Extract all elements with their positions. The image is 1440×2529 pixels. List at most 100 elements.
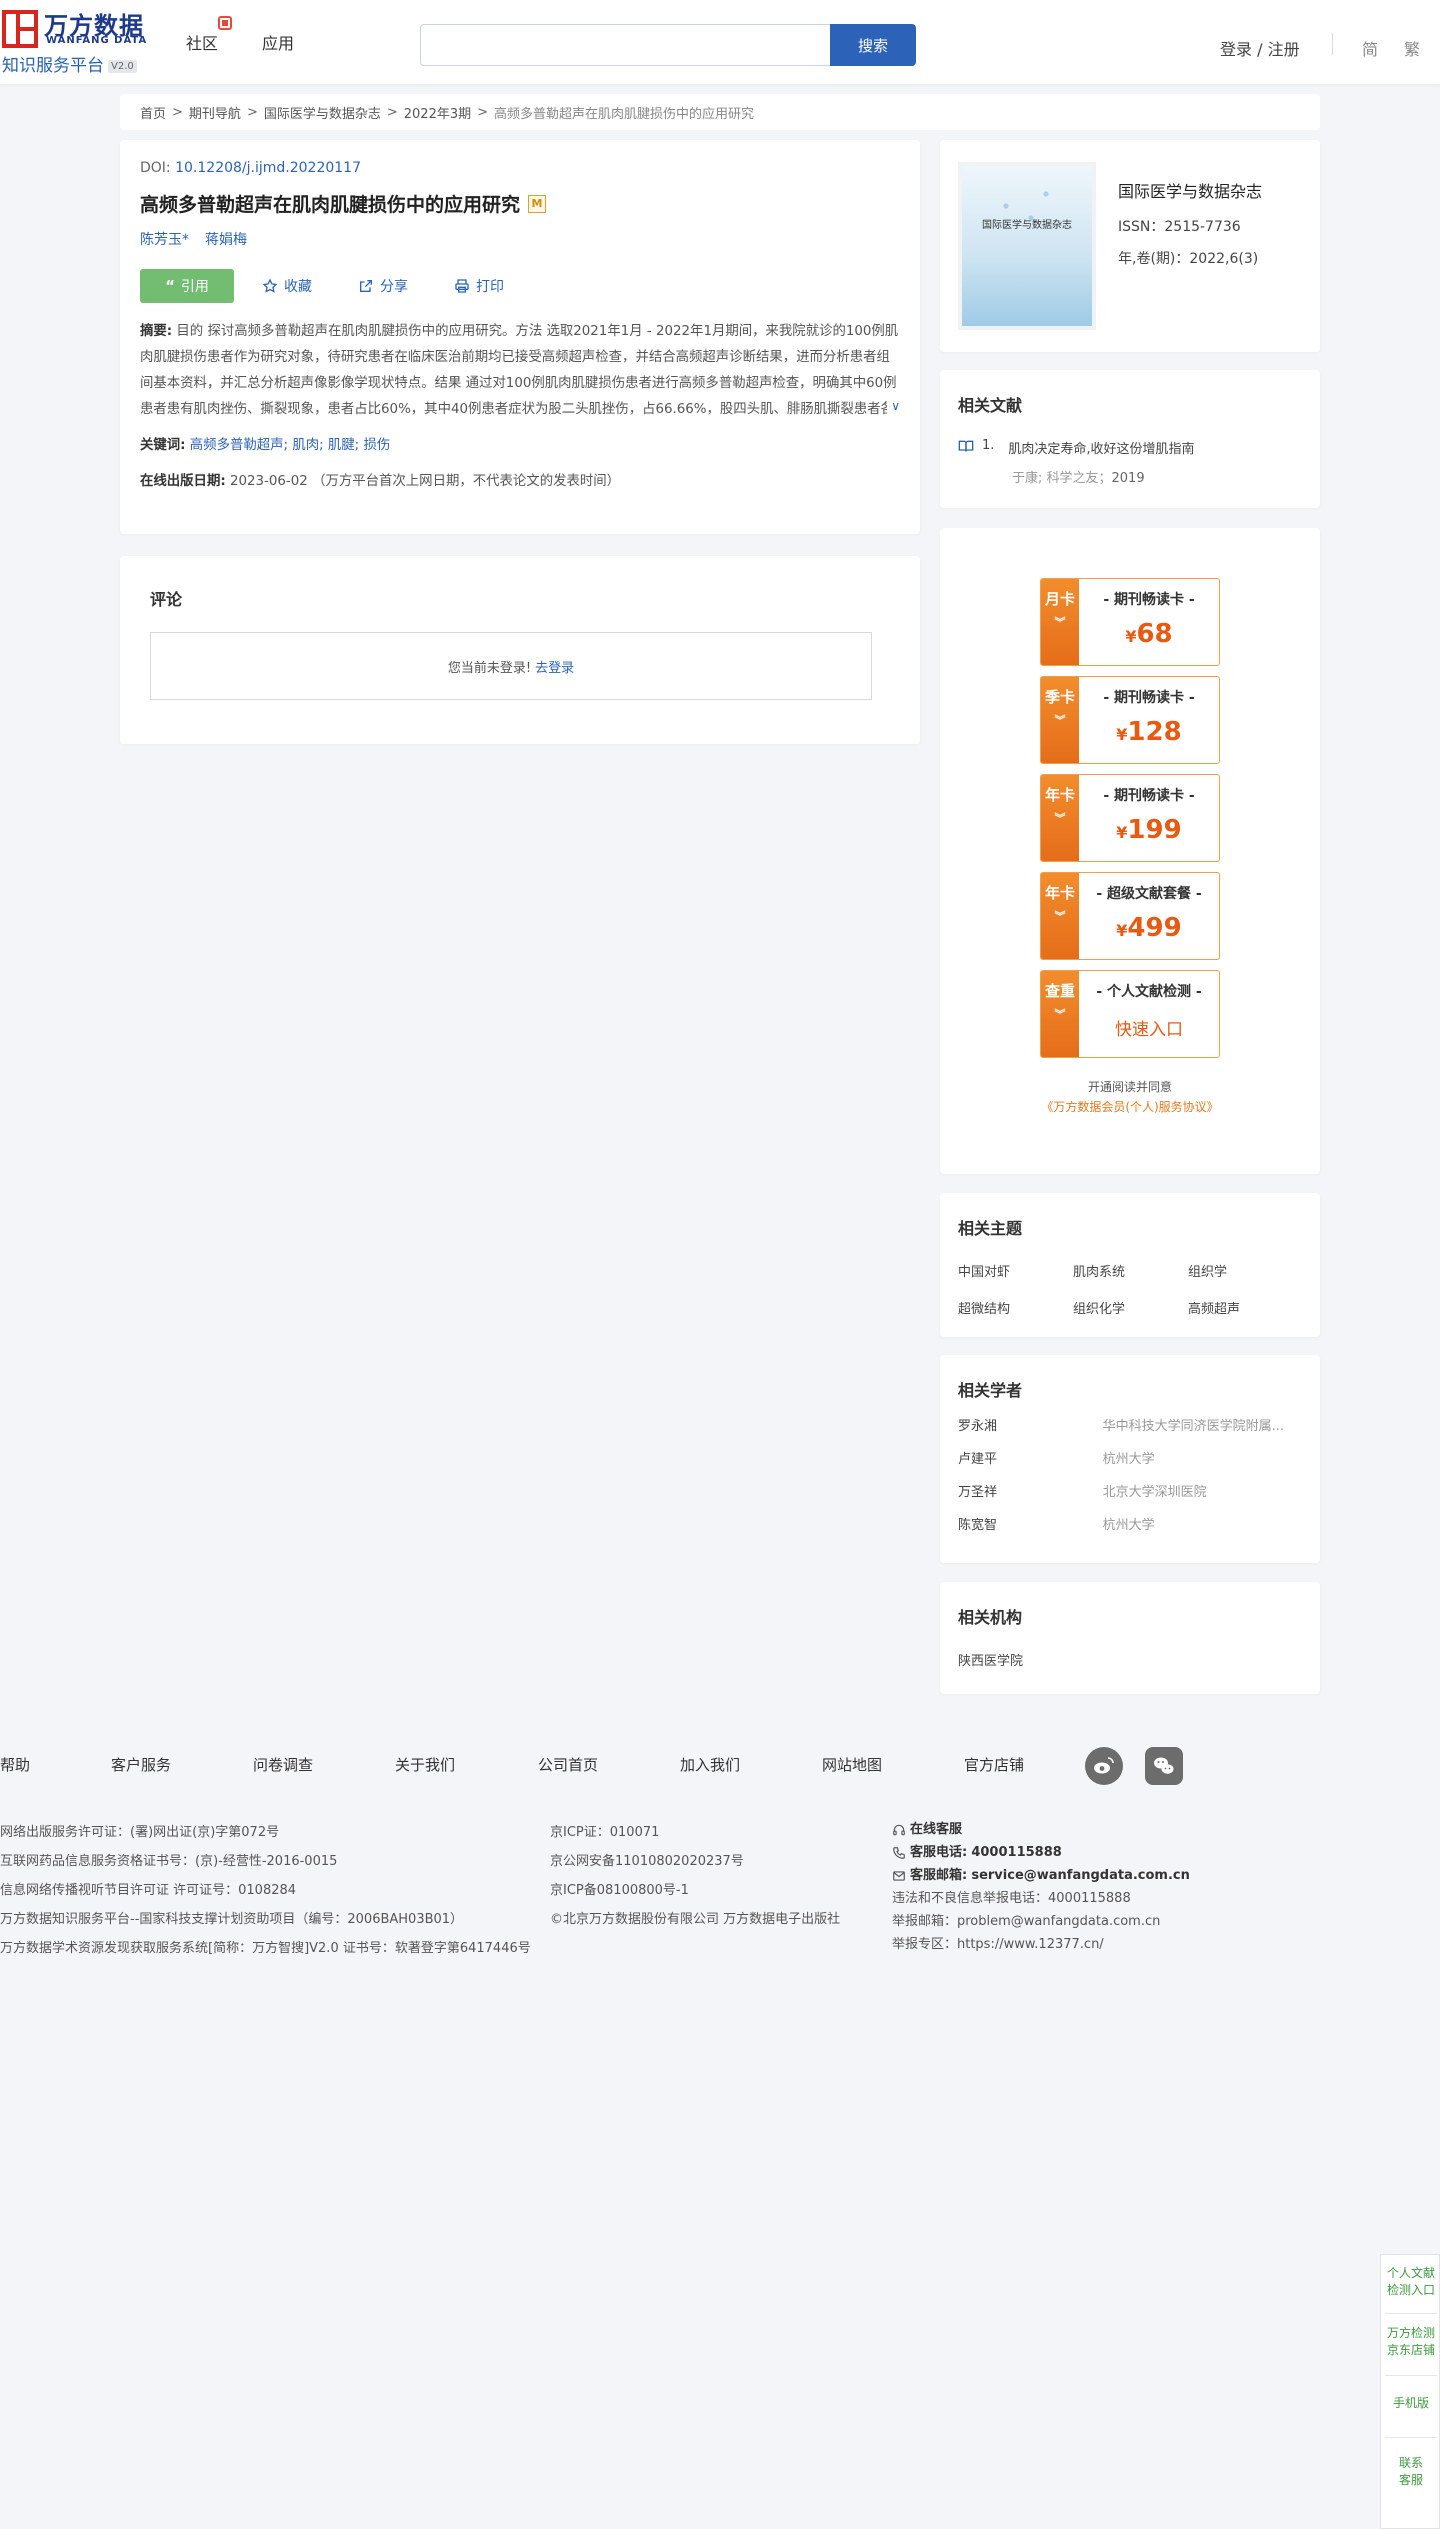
side-contact-service[interactable]: 联系客服 — [1381, 2455, 1440, 2489]
author-link[interactable]: 陈芳玉* — [140, 229, 189, 249]
plan-tag-text: 月卡 — [1044, 590, 1075, 608]
breadcrumb-separator: > — [386, 104, 398, 120]
scholar-name[interactable]: 陈宽智 — [958, 1514, 1103, 1533]
email-value[interactable]: service@wanfangdata.com.cn — [971, 1864, 1190, 1887]
doi-link[interactable]: 10.12208/j.ijmd.20220117 — [175, 160, 361, 176]
scholar-name[interactable]: 卢建平 — [958, 1448, 1103, 1467]
login-register-link[interactable]: 登录 / 注册 — [1220, 36, 1300, 60]
related-doc-item[interactable]: 1. 肌肉决定寿命,收好这份增肌指南 — [958, 438, 1302, 457]
breadcrumb-journal[interactable]: 国际医学与数据杂志 — [264, 103, 381, 122]
abstract: 摘要: 目的 探讨高频多普勒超声在肌肉肌腱损伤中的应用研究。方法 选取2021年… — [140, 319, 900, 423]
header: 万方数据 WANFANG DATA 知识服务平台 V2.0 社区 应用 搜索 登录… — [0, 0, 1440, 84]
report-zone[interactable]: 举报专区：https://www.12377.cn/ — [892, 1933, 1190, 1956]
chevron-down-icon: ︾ — [1054, 616, 1066, 629]
logo-subtitle-text: 知识服务平台 — [2, 56, 104, 76]
mail-icon — [893, 1870, 905, 1881]
footer-survey[interactable]: 问卷调查 — [253, 1754, 313, 1775]
scholar-org: 北京大学深圳医院 — [1102, 1485, 1207, 1500]
scholar-name[interactable]: 万圣祥 — [958, 1481, 1103, 1500]
favorite-button[interactable]: 收藏 — [244, 276, 330, 296]
phone-value: 4000115888 — [971, 1845, 1062, 1860]
publish-date: 在线出版日期: 2023-06-02 （万方平台首次上网日期，不代表论文的发表时… — [140, 469, 900, 489]
quick-entry-link[interactable]: 快速入口 — [1079, 1015, 1219, 1040]
service-phone: 客服电话: 4000115888 — [892, 1841, 1190, 1864]
scholar-row: 卢建平 杭州大学 — [958, 1448, 1302, 1467]
scholar-org: 杭州大学 — [1102, 1518, 1155, 1533]
keyword-link[interactable]: 高频多普勒超声 — [190, 438, 284, 453]
breadcrumb-journal-nav[interactable]: 期刊导航 — [189, 103, 241, 122]
footer-customer-service[interactable]: 客户服务 — [111, 1754, 171, 1775]
topic-link[interactable]: 肌肉系统 — [1073, 1261, 1188, 1280]
footer-join-us[interactable]: 加入我们 — [680, 1754, 740, 1775]
lang-simplified[interactable]: 简 — [1362, 36, 1378, 60]
online-service-label: 在线客服 — [910, 1822, 963, 1837]
expand-abstract-icon[interactable]: ∨ — [887, 393, 900, 419]
topic-link[interactable]: 组织学 — [1188, 1261, 1303, 1280]
icp-line[interactable]: 京ICP备08100800号-1 — [550, 1876, 840, 1905]
share-button[interactable]: 分享 — [340, 276, 426, 296]
footer-help[interactable]: 帮助 — [0, 1754, 30, 1775]
breadcrumb-issue[interactable]: 2022年3期 — [404, 103, 471, 122]
scholar-row: 陈宽智 杭州大学 — [958, 1514, 1302, 1533]
footer-company-home[interactable]: 公司首页 — [538, 1754, 598, 1775]
institution-link[interactable]: 陕西医学院 — [958, 1650, 1302, 1669]
icp-line[interactable]: 京ICP证：010071 — [550, 1818, 840, 1847]
plan-tag-text: 查重 — [1044, 982, 1075, 1000]
logo-english: WANFANG DATA — [46, 35, 148, 46]
keyword-link[interactable]: 损伤 — [363, 438, 390, 453]
abstract-label: 摘要: — [140, 324, 173, 339]
footer-sitemap[interactable]: 网站地图 — [822, 1754, 882, 1775]
plan-tag: 年卡 ︾ — [1041, 873, 1079, 959]
plan-tag-text: 年卡 — [1044, 786, 1075, 804]
topic-link[interactable]: 组织化学 — [1073, 1298, 1188, 1317]
side-divider — [1385, 2437, 1437, 2438]
print-button[interactable]: 打印 — [436, 276, 522, 296]
nav-community[interactable]: 社区 — [186, 30, 218, 54]
plan-quarterly[interactable]: 季卡 ︾ - 期刊畅读卡 - ¥128 — [1040, 676, 1220, 764]
service-agreement-link[interactable]: 《万方数据会员(个人)服务协议》 — [940, 1098, 1320, 1115]
online-service[interactable]: 在线客服 — [892, 1818, 1190, 1841]
plan-monthly[interactable]: 月卡 ︾ - 期刊畅读卡 - ¥68 — [1040, 578, 1220, 666]
go-login-link[interactable]: 去登录 — [535, 657, 574, 676]
topic-link[interactable]: 高频超声 — [1188, 1298, 1303, 1317]
scholar-name[interactable]: 罗永湘 — [958, 1415, 1103, 1434]
plan-tag-text: 季卡 — [1044, 688, 1075, 706]
article-title: 高频多普勒超声在肌肉肌腱损伤中的应用研究 — [140, 194, 521, 216]
footer-official-store[interactable]: 官方店铺 — [964, 1754, 1024, 1775]
wechat-icon[interactable] — [1145, 1747, 1183, 1785]
search-input[interactable] — [420, 24, 830, 66]
wanfang-logo[interactable]: 万方数据 WANFANG DATA 知识服务平台 V2.0 — [0, 6, 160, 76]
topic-link[interactable]: 中国对虾 — [958, 1261, 1073, 1280]
scholar-org: 华中科技大学同济医学院附属... — [1102, 1419, 1284, 1434]
side-mobile[interactable]: 手机版 — [1381, 2395, 1440, 2412]
plan-yearly[interactable]: 年卡 ︾ - 期刊畅读卡 - ¥199 — [1040, 774, 1220, 862]
journal-name[interactable]: 国际医学与数据杂志 — [1118, 178, 1262, 202]
breadcrumb-home[interactable]: 首页 — [140, 103, 166, 122]
header-divider — [1332, 33, 1333, 55]
plan-price: ¥199 — [1079, 815, 1219, 845]
lang-traditional[interactable]: 繁 — [1404, 36, 1420, 60]
footer-icp: 京ICP证：010071 京公网安备11010802020237号 京ICP备0… — [550, 1818, 840, 1934]
nav-apps[interactable]: 应用 — [262, 30, 294, 54]
keyword-link[interactable]: 肌肉 — [292, 438, 319, 453]
search-button[interactable]: 搜索 — [830, 24, 916, 66]
plan-plagiarism-check[interactable]: 查重 ︾ - 个人文献检测 - 快速入口 — [1040, 970, 1220, 1058]
price-value: 199 — [1127, 815, 1182, 845]
icp-line[interactable]: 京公网安备11010802020237号 — [550, 1847, 840, 1876]
topic-link[interactable]: 超微结构 — [958, 1298, 1073, 1317]
journal-cover[interactable]: 国际医学与数据杂志 — [962, 166, 1092, 326]
side-plagiarism-entry[interactable]: 个人文献检测入口 — [1381, 2265, 1440, 2299]
abstract-text: 目的 探讨高频多普勒超声在肌肉肌腱损伤中的应用研究。方法 选取2021年1月 -… — [140, 324, 899, 417]
membership-promo-card: 月卡 ︾ - 期刊畅读卡 - ¥68 季卡 ︾ - 期刊畅读卡 - ¥128 年卡 ︾… — [940, 528, 1320, 1174]
doc-meta: 于康; 科学之友；2019 — [1012, 467, 1302, 486]
plan-super-package[interactable]: 年卡 ︾ - 超级文献套餐 - ¥499 — [1040, 872, 1220, 960]
chevron-down-icon: ︾ — [1054, 812, 1066, 825]
author-link[interactable]: 蒋娟梅 — [205, 229, 247, 249]
side-jd-store[interactable]: 万方检测京东店铺 — [1381, 2325, 1440, 2359]
keyword-link[interactable]: 肌腱 — [328, 438, 355, 453]
weibo-icon[interactable] — [1085, 1747, 1123, 1785]
footer-about[interactable]: 关于我们 — [395, 1754, 455, 1775]
cite-button[interactable]: “ 引用 — [140, 269, 234, 303]
related-institutions-card: 相关机构 陕西医学院 — [940, 1582, 1320, 1694]
breadcrumb: 首页 > 期刊导航 > 国际医学与数据杂志 > 2022年3期 > 高频多普勒超… — [120, 94, 1320, 130]
